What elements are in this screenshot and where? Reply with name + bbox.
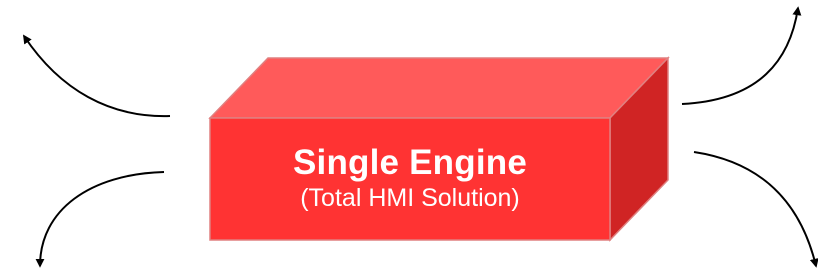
- diagram-canvas: Single Engine (Total HMI Solution): [0, 0, 818, 273]
- engine-block: [208, 56, 670, 242]
- engine-block-front-face: [209, 117, 611, 241]
- arrow-top-right: [681, 6, 802, 105]
- arrow-bottom-right: [693, 151, 818, 268]
- engine-block-top-face: [208, 57, 670, 119]
- arrow-bottom-left: [35, 171, 165, 268]
- arrow-top-left: [23, 34, 171, 118]
- diagram-svg: [23, 6, 818, 268]
